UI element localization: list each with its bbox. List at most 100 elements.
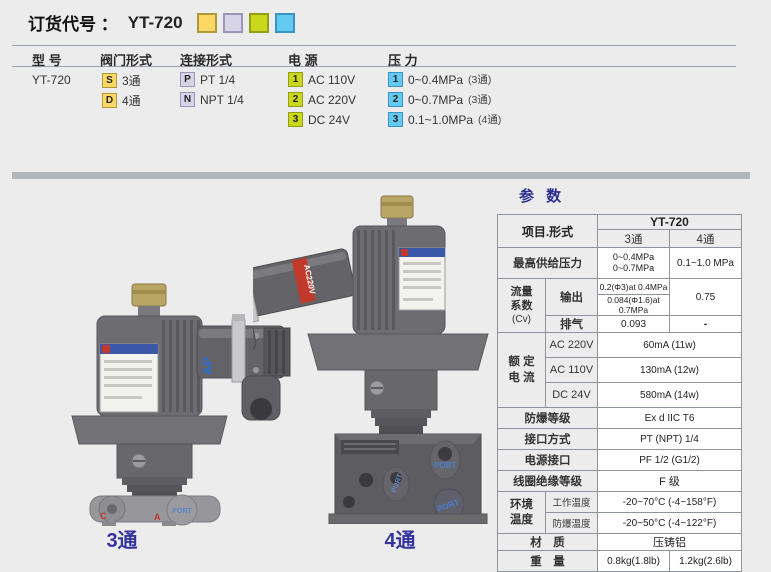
valve-mid-section — [117, 444, 192, 478]
cv-out-3way-a: 0.2(Φ3)at 0.4MPa — [598, 279, 670, 295]
nameplate — [100, 344, 158, 412]
col3-header: 3通 — [598, 230, 670, 248]
table-row: 流量 系数 (Cv) 输出 0.2(Φ3)at 0.4MPa 0.75 — [498, 279, 742, 295]
port-label-1: PORT — [434, 461, 456, 470]
nameplate — [399, 248, 445, 310]
rated-ac220-label: AC 220V — [546, 333, 598, 358]
model-header-cell: YT-720 — [598, 215, 742, 230]
rated-ac110-label: AC 110V — [546, 358, 598, 383]
code-chip-N: N — [180, 92, 195, 107]
code-chip-P: P — [180, 72, 195, 87]
order-valve-3way: S 3通 — [102, 72, 141, 89]
insulation-value: F 级 — [598, 471, 742, 492]
col-header-connection: 连接形式 — [180, 50, 232, 69]
rated-dc24-value: 580mA (14w) — [598, 383, 742, 408]
order-conn-npt: N NPT 1/4 — [180, 92, 244, 107]
product-photo-4way-valve: AC220V PORT PORT PORT — [253, 192, 493, 524]
table-row: 电源接口 PF 1/2 (G1/2) — [498, 450, 742, 471]
code-chip-2-pressure: 2 — [388, 92, 403, 107]
block-base — [329, 514, 487, 524]
col-header-pressure: 压 力 — [388, 50, 418, 69]
cv-exhaust-3way: 0.093 — [598, 316, 670, 333]
power-color-swatch — [249, 13, 269, 33]
cv-exhaust-label: 排气 — [546, 316, 598, 333]
ambient-ex-label: 防爆温度 — [546, 513, 598, 534]
block-label-plate — [341, 440, 399, 454]
code-chip-S: S — [102, 73, 117, 88]
order-valve-4way: D 4通 — [102, 92, 141, 109]
ambient-ex-value: -20~50°C (-4~122°F) — [598, 513, 742, 534]
item-header-cell: 项目.形式 — [498, 215, 598, 248]
table-row: 材 质 压铸铝 — [498, 534, 742, 551]
col-header-power: 电 源 — [288, 50, 318, 69]
section-divider-bar — [12, 172, 750, 179]
max-supply-4way: 0.1~1.0 MPa — [670, 248, 742, 279]
params-table: 项目.形式 YT-720 3通 4通 最高供给压力 0~0.4MPa 0~0.7… — [497, 214, 742, 572]
power-port-value: PF 1/2 (G1/2) — [598, 450, 742, 471]
table-row: 防爆等级 Ex d IIC T6 — [498, 408, 742, 429]
ambient-work-label: 工作温度 — [546, 492, 598, 513]
explosion-label: 防爆等级 — [498, 408, 598, 429]
order-conn-pt: P PT 1/4 — [180, 72, 235, 87]
cv-out-4way: 0.75 — [670, 279, 742, 316]
order-pressure-3: 3 0.1~1.0MPa (4通) — [388, 112, 501, 127]
col-header-valve-type: 阀门形式 — [100, 50, 152, 69]
table-row: 环境 温度 工作温度 -20~70°C (-4~158°F) — [498, 492, 742, 513]
table-row: 接口方式 PT (NPT) 1/4 — [498, 429, 742, 450]
max-supply-3way: 0~0.4MPa 0~0.7MPa — [598, 248, 670, 279]
col4-header: 4通 — [670, 230, 742, 248]
cv-label: 流量 系数 (Cv) — [498, 279, 546, 333]
order-pressure-2: 2 0~0.7MPa (3通) — [388, 92, 491, 107]
ordering-code-model: YT-720 — [128, 13, 183, 33]
pressure-color-swatch — [275, 13, 295, 33]
col-header-model: 型 号 — [32, 50, 62, 69]
code-chip-D: D — [102, 93, 117, 108]
port-type-label: 接口方式 — [498, 429, 598, 450]
order-pressure-1: 1 0~0.4MPa (3通) — [388, 72, 491, 87]
valve-type-color-swatch — [197, 13, 217, 33]
table-row: 线圈绝缘等级 F 级 — [498, 471, 742, 492]
ambient-work-value: -20~70°C (-4~158°F) — [598, 492, 742, 513]
order-power-ac220: 2 AC 220V — [288, 92, 356, 107]
port-c-label: C — [100, 511, 107, 521]
order-power-dc24: 3 DC 24V — [288, 112, 350, 127]
code-chip-2-power: 2 — [288, 92, 303, 107]
weight-label: 重 量 — [498, 551, 598, 572]
ordering-code-header: 订货代号 ： YT-720 — [28, 10, 295, 35]
port-label-3way: PORT — [172, 508, 192, 515]
rule-top — [12, 45, 736, 46]
rated-current-label: 额 定 电 流 — [498, 333, 546, 408]
port-a-label: A — [154, 512, 161, 522]
ordering-code-title: 订货代号 ： — [28, 10, 118, 35]
code-chip-3-power: 3 — [288, 112, 303, 127]
cv-out-label: 输出 — [546, 279, 598, 316]
connection-color-swatch — [223, 13, 243, 33]
cv-out-3way-b: 0.084(Φ1.6)at 0.7MPa — [598, 295, 670, 316]
explosion-value: Ex d IIC T6 — [598, 408, 742, 429]
table-row: 重 量 0.8kg(1.8lb) 1.2kg(2.6lb) — [498, 551, 742, 572]
insulation-label: 线圈绝缘等级 — [498, 471, 598, 492]
coil-label-3way: AP — [200, 357, 215, 375]
rated-ac110-value: 130mA (12w) — [598, 358, 742, 383]
table-row: 项目.形式 YT-720 — [498, 215, 742, 230]
code-chip-1-power: 1 — [288, 72, 303, 87]
power-port-label: 电源接口 — [498, 450, 598, 471]
ambient-label: 环境 温度 — [498, 492, 546, 534]
mounting-flange — [72, 416, 227, 444]
mounting-flange — [308, 334, 488, 370]
rated-ac220-value: 60mA (11w) — [598, 333, 742, 358]
port-type-value: PT (NPT) 1/4 — [598, 429, 742, 450]
caption-4way: 4通 — [360, 524, 440, 553]
code-chip-3-pressure: 3 — [388, 112, 403, 127]
code-chip-1-pressure: 1 — [388, 72, 403, 87]
material-label: 材 质 — [498, 534, 598, 551]
table-row: 额 定 电 流 AC 220V 60mA (11w) — [498, 333, 742, 358]
material-value: 压铸铝 — [598, 534, 742, 551]
rated-dc24-label: DC 24V — [546, 383, 598, 408]
cv-exhaust-4way: - — [670, 316, 742, 333]
order-model-value: YT-720 — [32, 73, 71, 87]
cap-nut — [132, 284, 166, 306]
cap-nut — [381, 196, 413, 218]
params-title: 参 数 — [519, 185, 565, 206]
table-row: 最高供给压力 0~0.4MPa 0~0.7MPa 0.1~1.0 MPa — [498, 248, 742, 279]
